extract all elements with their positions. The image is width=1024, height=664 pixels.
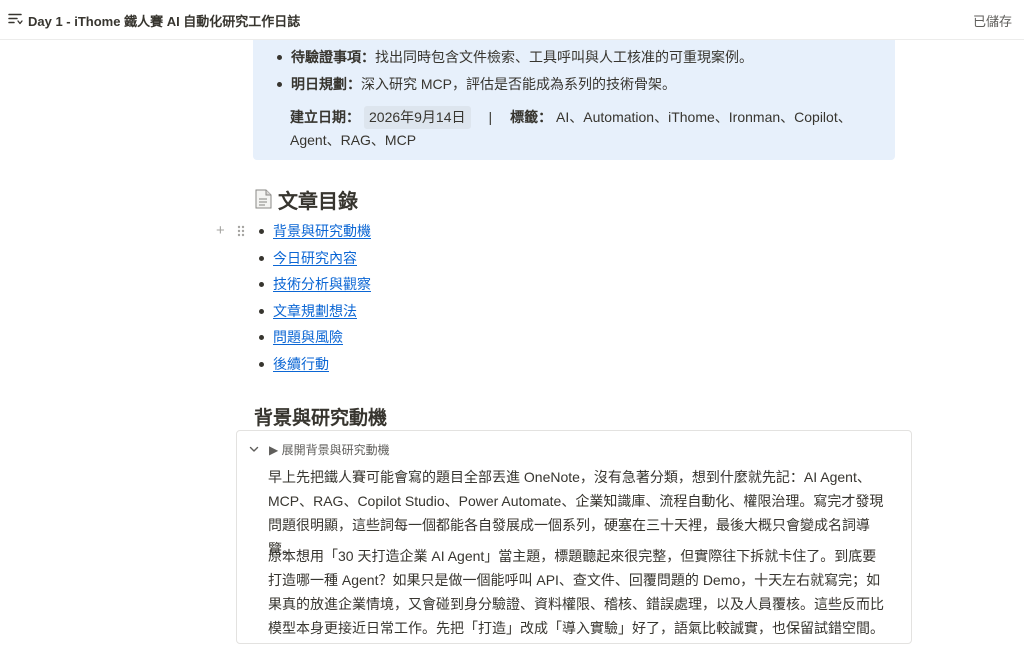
toc-heading: 文章目錄 [254, 186, 358, 213]
toc-heading-text: 文章目錄 [278, 190, 358, 213]
list-item: 待驗證事項：找出同時包含文件檢索、工具呼叫與人工核准的可重現案例。 [277, 48, 753, 75]
chevron-down-icon[interactable] [248, 443, 260, 455]
toc-item: 背景與研究動機 [259, 220, 371, 247]
item-label: 明日規劃： [291, 76, 361, 92]
menu-lines-icon[interactable] [7, 11, 23, 27]
toc-item: 技術分析與觀察 [259, 273, 371, 300]
toc-item: 問題與風險 [259, 326, 371, 353]
metadata-row: 建立日期： 2026年9月14日 | 標籤： AI、Automation、iThome… [290, 106, 860, 152]
toc-list: 背景與研究動機 今日研究內容 技術分析與觀察 文章規劃想法 問題與風險 後續行動 [259, 220, 371, 380]
callout-block: 待驗證事項：找出同時包含文件檢索、工具呼叫與人工核准的可重現案例。 明日規劃：深… [253, 40, 895, 160]
toc-item: 今日研究內容 [259, 247, 371, 274]
toc-link[interactable]: 背景與研究動機 [273, 223, 371, 239]
toc-item: 文章規劃想法 [259, 300, 371, 327]
toc-link[interactable]: 技術分析與觀察 [273, 276, 371, 292]
toggle-title[interactable]: ▶ 展開背景與研究動機 [269, 441, 390, 458]
item-text: 深入研究 MCP，評估是否能成為系列的技術骨架。 [361, 76, 676, 92]
toc-link[interactable]: 文章規劃想法 [273, 303, 357, 319]
created-label: 建立日期： [290, 109, 360, 125]
tags-label: 標籤： [510, 109, 553, 125]
created-date[interactable]: 2026年9月14日 [364, 106, 471, 129]
drag-handle-icon[interactable] [236, 224, 246, 238]
document-icon [255, 189, 272, 209]
list-item: 明日規劃：深入研究 MCP，評估是否能成為系列的技術骨架。 [277, 75, 753, 102]
callout-list: 待驗證事項：找出同時包含文件檢索、工具呼叫與人工核准的可重現案例。 明日規劃：深… [277, 48, 753, 102]
toggle-block: ▶ 展開背景與研究動機 早上先把鐵人賽可能會寫的題目全部丟進 OneNote，沒… [236, 430, 912, 644]
top-bar: Day 1 - iThome 鐵人賽 AI 自動化研究工作日誌 已儲存 [0, 0, 1024, 40]
toc-link[interactable]: 今日研究內容 [273, 250, 357, 266]
toc-link[interactable]: 問題與風險 [273, 329, 343, 345]
page-title: Day 1 - iThome 鐵人賽 AI 自動化研究工作日誌 [28, 14, 301, 29]
item-label: 待驗證事項： [291, 49, 375, 65]
toc-link[interactable]: 後續行動 [273, 356, 329, 372]
toc-item: 後續行動 [259, 353, 371, 380]
paragraph: 原本想用「30 天打造企業 AI Agent」當主題，標題聽起來很完整，但實際往… [268, 548, 884, 636]
saved-status: 已儲存 [972, 14, 1012, 29]
separator: | [488, 109, 493, 125]
item-text: 找出同時包含文件檢索、工具呼叫與人工核准的可重現案例。 [375, 49, 753, 65]
add-block-icon[interactable]: + [216, 223, 225, 239]
section-heading: 背景與研究動機 [254, 408, 388, 429]
